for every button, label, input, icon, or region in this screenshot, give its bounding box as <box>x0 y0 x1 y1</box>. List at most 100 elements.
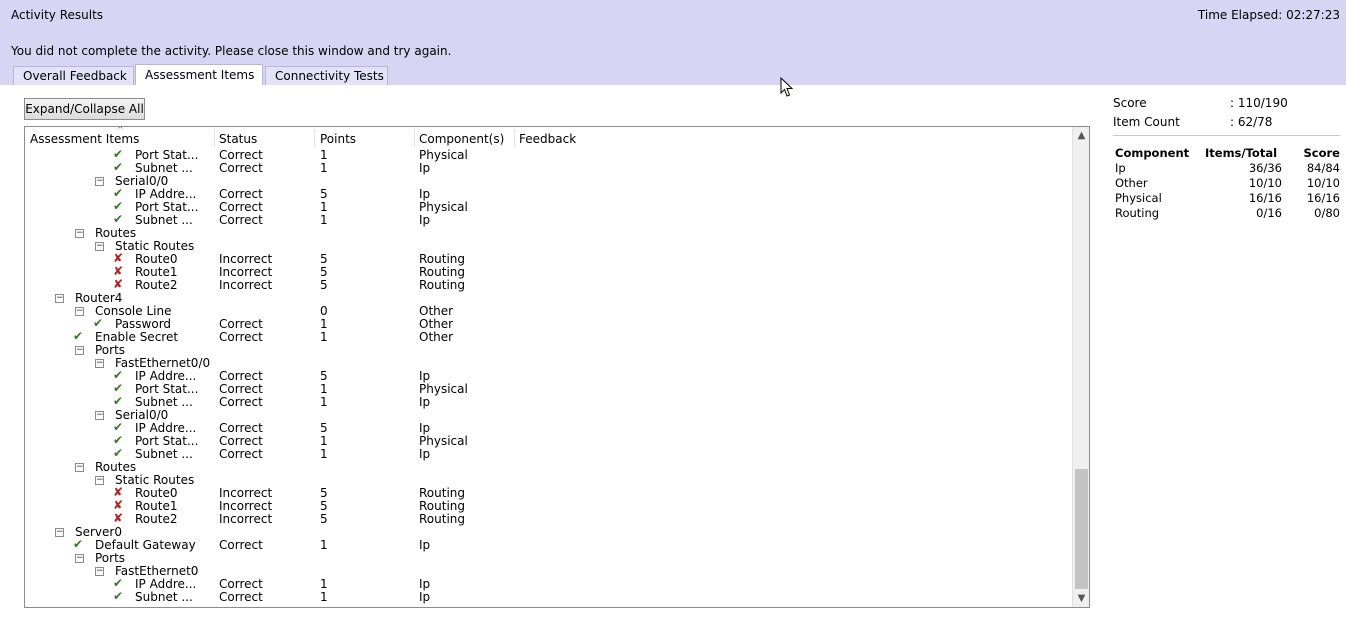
table-row[interactable]: ✔ Port Stat... Correct 1 Physical <box>25 382 1073 396</box>
item-status: Correct <box>219 149 263 162</box>
table-row[interactable]: ✔ Subnet ... Correct 1 Ip <box>25 589 1073 604</box>
table-row[interactable]: − Static Routes <box>25 240 1073 253</box>
item-points: 5 <box>320 422 328 435</box>
collapse-toggle-icon[interactable]: − <box>75 346 84 355</box>
checkmark-icon: ✔ <box>113 589 124 603</box>
table-row[interactable]: ✔ Port Stat... Correct 1 Physical <box>25 200 1073 214</box>
collapse-toggle-icon[interactable]: − <box>55 294 64 303</box>
table-row[interactable]: ✔ Port Stat... Correct 1 Physical <box>25 434 1073 448</box>
table-row[interactable]: ✘ Route2 Incorrect 5 Routing <box>25 512 1073 526</box>
table-row[interactable]: − Serial0/0 <box>25 409 1073 422</box>
collapse-toggle-icon[interactable]: − <box>95 567 104 576</box>
table-row[interactable]: ✔ Password Correct 1 Other <box>25 317 1073 331</box>
table-row[interactable]: ✘ Route0 Incorrect 5 Routing <box>25 252 1073 266</box>
column-divider[interactable] <box>414 129 415 147</box>
table-row[interactable]: ✔ Enable Secret Correct 1 Other <box>25 330 1073 344</box>
item-points: 5 <box>320 500 328 513</box>
table-row[interactable]: ✔ Subnet ... Correct 1 Ip <box>25 213 1073 227</box>
table-row[interactable]: − Ports <box>25 552 1073 565</box>
table-row[interactable]: − Routes <box>25 227 1073 240</box>
item-name: Static Routes <box>115 240 195 253</box>
item-component: Ip <box>419 422 431 435</box>
collapse-toggle-icon[interactable]: − <box>95 476 104 485</box>
item-name: Route1 <box>135 500 178 513</box>
collapse-toggle-icon[interactable]: − <box>75 463 84 472</box>
scroll-down-icon[interactable]: ▼ <box>1073 590 1089 607</box>
vertical-scrollbar[interactable]: ▲ ▼ <box>1072 127 1089 607</box>
status-message: You did not complete the activity. Pleas… <box>11 44 452 58</box>
header-bar: Activity Results Time Elapsed: 02:27:23 … <box>0 0 1346 86</box>
item-points: 5 <box>320 279 328 292</box>
item-status: Correct <box>219 201 263 214</box>
collapse-toggle-icon[interactable]: − <box>95 359 104 368</box>
expand-collapse-all-button[interactable]: Expand/Collapse All <box>24 98 145 120</box>
item-name: Route0 <box>135 487 178 500</box>
item-name: Route2 <box>135 279 178 292</box>
item-name: Enable Secret <box>95 331 179 344</box>
item-status: Incorrect <box>219 513 273 526</box>
component-items: 36/36 <box>1248 161 1282 175</box>
column-divider[interactable] <box>314 129 315 147</box>
component-name: Routing <box>1115 206 1160 220</box>
item-component: Ip <box>419 448 431 461</box>
scroll-up-icon[interactable]: ▲ <box>1073 127 1089 144</box>
table-row[interactable]: ✔ Port Stat... Correct 1 Physical <box>25 149 1073 162</box>
table-row[interactable]: ✘ Route2 Incorrect 5 Routing <box>25 278 1073 292</box>
collapse-toggle-icon[interactable]: − <box>75 229 84 238</box>
table-row[interactable]: ✘ Route1 Incorrect 5 Routing <box>25 265 1073 279</box>
table-row[interactable]: ✘ Route1 Incorrect 5 Routing <box>25 499 1073 513</box>
component-header: Component <box>1115 146 1190 160</box>
collapse-toggle-icon[interactable]: − <box>55 528 64 537</box>
table-row[interactable]: − Server0 <box>25 526 1073 539</box>
table-row[interactable]: − Ports <box>25 344 1073 357</box>
divider <box>1113 135 1340 136</box>
checkmark-icon: ✔ <box>113 160 124 174</box>
column-header-assessment-items[interactable]: Assessment Items <box>30 132 139 146</box>
collapse-toggle-icon[interactable]: − <box>75 307 84 316</box>
column-header-points[interactable]: Points <box>320 132 356 146</box>
collapse-toggle-icon[interactable]: − <box>95 411 104 420</box>
table-row[interactable]: ✔ IP Addre... Correct 5 Ip <box>25 369 1073 383</box>
collapse-toggle-icon[interactable]: − <box>95 242 104 251</box>
tab-overall-feedback[interactable]: Overall Feedback <box>13 66 134 86</box>
table-row[interactable]: − Console Line 0 Other <box>25 305 1073 318</box>
score-value: : 110/190 <box>1230 96 1288 110</box>
assessment-tree[interactable]: ^ Assessment Items Status Points Compone… <box>24 126 1090 608</box>
item-component: Routing <box>419 253 466 266</box>
component-score: 0/80 <box>1314 206 1340 220</box>
item-points: 5 <box>320 513 328 526</box>
table-row[interactable]: ✔ Subnet ... Correct 1 Ip <box>25 446 1073 461</box>
item-name: Port Stat... <box>135 383 199 396</box>
table-row[interactable]: − Routes <box>25 461 1073 474</box>
item-component: Ip <box>419 188 431 201</box>
item-points: 1 <box>320 591 328 604</box>
column-divider[interactable] <box>214 129 215 147</box>
table-row[interactable]: ✔ Subnet ... Correct 1 Ip <box>25 160 1073 175</box>
scrollbar-thumb[interactable] <box>1075 469 1088 589</box>
table-row[interactable]: − FastEthernet0 <box>25 565 1073 578</box>
table-row[interactable]: − FastEthernet0/0 <box>25 357 1073 370</box>
item-name: IP Addre... <box>135 422 197 435</box>
table-row[interactable]: − Serial0/0 <box>25 175 1073 188</box>
tab-connectivity-tests[interactable]: Connectivity Tests <box>265 66 388 86</box>
component-name: Ip <box>1115 161 1126 175</box>
checkmark-icon: ✔ <box>113 446 124 460</box>
column-divider[interactable] <box>514 129 515 147</box>
item-status: Correct <box>219 331 263 344</box>
table-row[interactable]: ✔ IP Addre... Correct 5 Ip <box>25 187 1073 201</box>
table-row[interactable]: ✔ IP Addre... Correct 1 Ip <box>25 577 1073 591</box>
table-row[interactable]: − Router4 <box>25 292 1073 305</box>
item-component: Routing <box>419 513 466 526</box>
table-row[interactable]: − Static Routes <box>25 474 1073 487</box>
item-component: Routing <box>419 266 466 279</box>
tab-assessment-items[interactable]: Assessment Items <box>135 64 263 86</box>
table-row[interactable]: ✔ IP Addre... Correct 5 Ip <box>25 421 1073 435</box>
table-row[interactable]: ✘ Route0 Incorrect 5 Routing <box>25 486 1073 500</box>
column-header-feedback[interactable]: Feedback <box>519 132 576 146</box>
column-header-components[interactable]: Component(s) <box>419 132 504 146</box>
column-header-status[interactable]: Status <box>219 132 257 146</box>
table-row[interactable]: ✔ Subnet ... Correct 1 Ip <box>25 395 1073 409</box>
collapse-toggle-icon[interactable]: − <box>75 554 84 563</box>
collapse-toggle-icon[interactable]: − <box>95 177 104 186</box>
table-row[interactable]: ✔ Default Gateway Correct 1 Ip <box>25 538 1073 552</box>
